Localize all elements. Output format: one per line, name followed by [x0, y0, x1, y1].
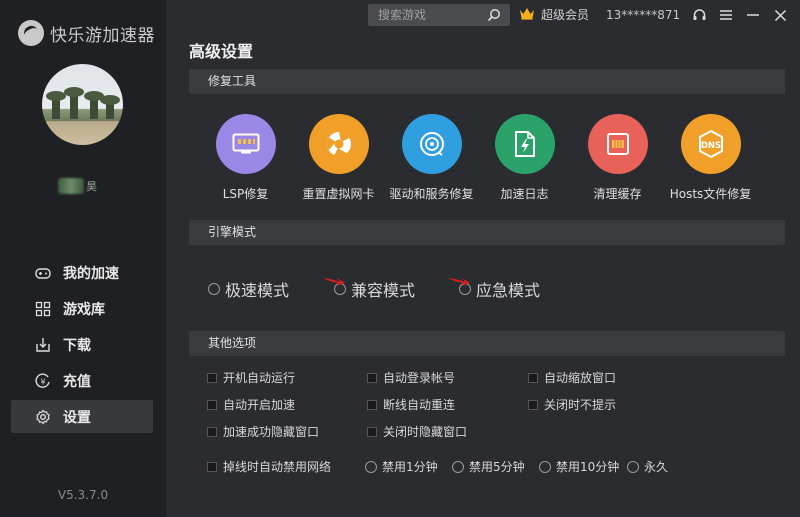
sidebar-nav: 我的加速 游戏库 下载 ¥ 充值 设置	[11, 256, 153, 436]
gamepad-icon	[35, 265, 51, 281]
grid-icon	[35, 301, 51, 317]
section-header-engine: 引擎模式	[189, 220, 785, 245]
sidebar-item-recharge[interactable]: ¥ 充值	[11, 364, 153, 397]
driver-icon	[401, 114, 462, 174]
sidebar: 快乐游加速器 昊 我的加速 游戏库 下载 ¥ 充值 设置 V5.3.7.0	[0, 0, 166, 517]
account-phone: 13******871	[606, 8, 681, 22]
option-disable-network-on-disconnect[interactable]: 掉线时自动禁用网络	[207, 458, 331, 475]
option-auto-boost[interactable]: 自动开启加速	[207, 396, 295, 413]
tool-reset-virtual-nic[interactable]: 重置虚拟网卡	[292, 114, 385, 202]
app-logo: 快乐游加速器	[18, 20, 155, 46]
vip-status[interactable]: 超级会员	[519, 6, 589, 23]
section-header-repair: 修复工具	[189, 69, 785, 94]
vip-label: 超级会员	[541, 8, 590, 22]
tool-hosts-repair[interactable]: DNS Hosts文件修复	[664, 114, 757, 202]
disable-1min[interactable]: 禁用1分钟	[365, 458, 438, 475]
window-controls	[690, 4, 789, 26]
checkbox	[207, 426, 217, 437]
search-icon[interactable]	[483, 4, 505, 26]
checkbox	[207, 461, 217, 472]
option-auto-scale[interactable]: 自动缩放窗口	[528, 369, 616, 386]
radio-button	[452, 460, 464, 473]
engine-mode-emergency[interactable]: 应急模式	[459, 277, 540, 301]
sidebar-item-game-library[interactable]: 游戏库	[11, 292, 153, 325]
avatar[interactable]	[42, 64, 123, 145]
support-headset-icon[interactable]	[690, 4, 708, 26]
search-input[interactable]	[368, 8, 483, 22]
radio-button	[365, 460, 377, 473]
minimize-icon[interactable]	[744, 4, 762, 26]
recharge-icon: ¥	[35, 372, 51, 389]
page-title: 高级设置	[189, 42, 254, 61]
sidebar-item-my-boost[interactable]: 我的加速	[11, 256, 153, 289]
red-arrow-icon	[323, 278, 345, 286]
checkbox	[367, 399, 377, 410]
checkbox	[528, 372, 538, 383]
red-arrow-icon	[448, 278, 470, 286]
checkbox	[367, 426, 377, 437]
disable-5min[interactable]: 禁用5分钟	[452, 458, 525, 475]
lsp-icon	[215, 114, 276, 174]
sidebar-item-download[interactable]: 下载	[11, 328, 153, 361]
tool-driver-service-repair[interactable]: 驱动和服务修复	[385, 114, 478, 202]
dns-icon: DNS	[680, 114, 741, 174]
app-version: V5.3.7.0	[57, 488, 109, 502]
tool-clear-cache[interactable]: 清理缓存	[571, 114, 664, 202]
section-header-other: 其他选项	[189, 331, 785, 356]
svg-text:DNS: DNS	[700, 141, 720, 151]
checkbox	[207, 372, 217, 383]
cache-icon	[587, 114, 648, 174]
option-hide-on-close[interactable]: 关闭时隐藏窗口	[367, 423, 467, 440]
log-icon	[494, 114, 555, 174]
username: 昊	[58, 178, 97, 194]
radio-button	[539, 460, 551, 473]
repair-tools: LSP修复 重置虚拟网卡 驱动和服务修复 加速日志 清理缓存 DNS Hosts…	[199, 114, 757, 202]
close-icon[interactable]	[771, 4, 789, 26]
svg-text:¥: ¥	[40, 377, 45, 386]
logo-icon	[18, 20, 44, 46]
gear-icon	[35, 409, 51, 425]
engine-mode-speed[interactable]: 极速模式	[208, 277, 289, 301]
menu-icon[interactable]	[717, 4, 735, 26]
option-auto-reconnect[interactable]: 断线自动重连	[367, 396, 455, 413]
app-name: 快乐游加速器	[50, 25, 155, 46]
search-box	[368, 4, 510, 26]
option-no-close-prompt[interactable]: 关闭时不提示	[528, 396, 616, 413]
network-card-icon	[308, 114, 369, 174]
option-hide-on-success[interactable]: 加速成功隐藏窗口	[207, 423, 319, 440]
tool-lsp-repair[interactable]: LSP修复	[199, 114, 292, 202]
download-icon	[35, 337, 51, 353]
option-auto-login[interactable]: 自动登录帐号	[367, 369, 455, 386]
crown-icon	[519, 7, 535, 23]
checkbox	[207, 399, 217, 410]
radio-button	[208, 283, 220, 295]
engine-mode-compatible[interactable]: 兼容模式	[334, 277, 415, 301]
sidebar-item-settings[interactable]: 设置	[11, 400, 153, 433]
disable-10min[interactable]: 禁用10分钟	[539, 458, 619, 475]
checkbox	[367, 372, 377, 383]
radio-button	[627, 460, 639, 473]
option-auto-start[interactable]: 开机自动运行	[207, 369, 295, 386]
tool-boost-log[interactable]: 加速日志	[478, 114, 571, 202]
checkbox	[528, 399, 538, 410]
username-blurred	[58, 178, 84, 194]
disable-forever[interactable]: 永久	[627, 458, 668, 475]
